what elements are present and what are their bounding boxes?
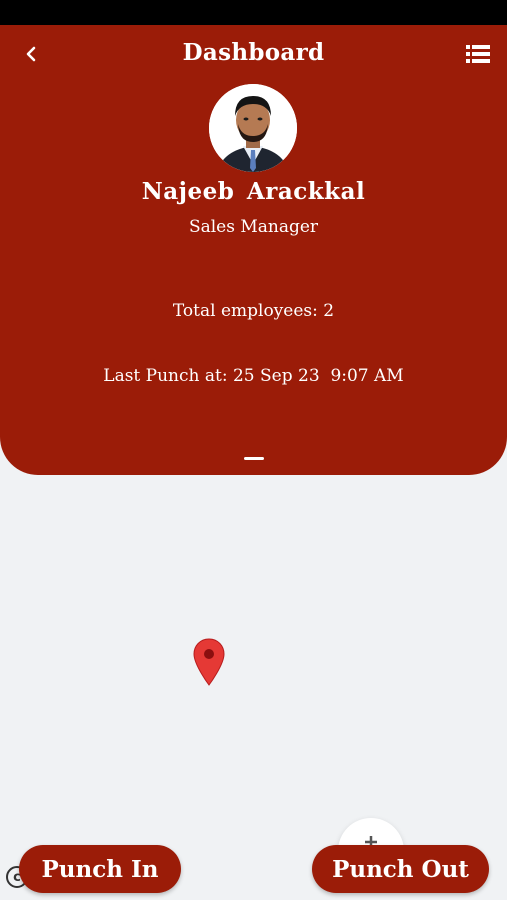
last-punch: Last Punch at: 25 Sep 23 9:07 AM [103,366,404,386]
employee-role: Sales Manager [188,217,319,237]
employee-name: Najeeb Arackkal [141,178,366,205]
avatar[interactable] [209,84,297,172]
drag-handle[interactable] [244,457,264,460]
total-employees: Total employees: 2 [172,301,335,321]
menu-button[interactable] [465,43,491,65]
map-pin-icon[interactable] [193,638,225,686]
map-view[interactable] [0,475,507,900]
dashboard-header: Dashboard Najeeb Arackkal Sales Manager … [0,25,507,475]
page-title: Dashboard [182,39,325,66]
punch-in-button[interactable]: Punch In [19,845,181,893]
profile-photo [209,84,297,172]
status-bar [0,0,507,25]
punch-out-button[interactable]: Punch Out [312,845,489,893]
list-menu-icon [466,45,490,63]
